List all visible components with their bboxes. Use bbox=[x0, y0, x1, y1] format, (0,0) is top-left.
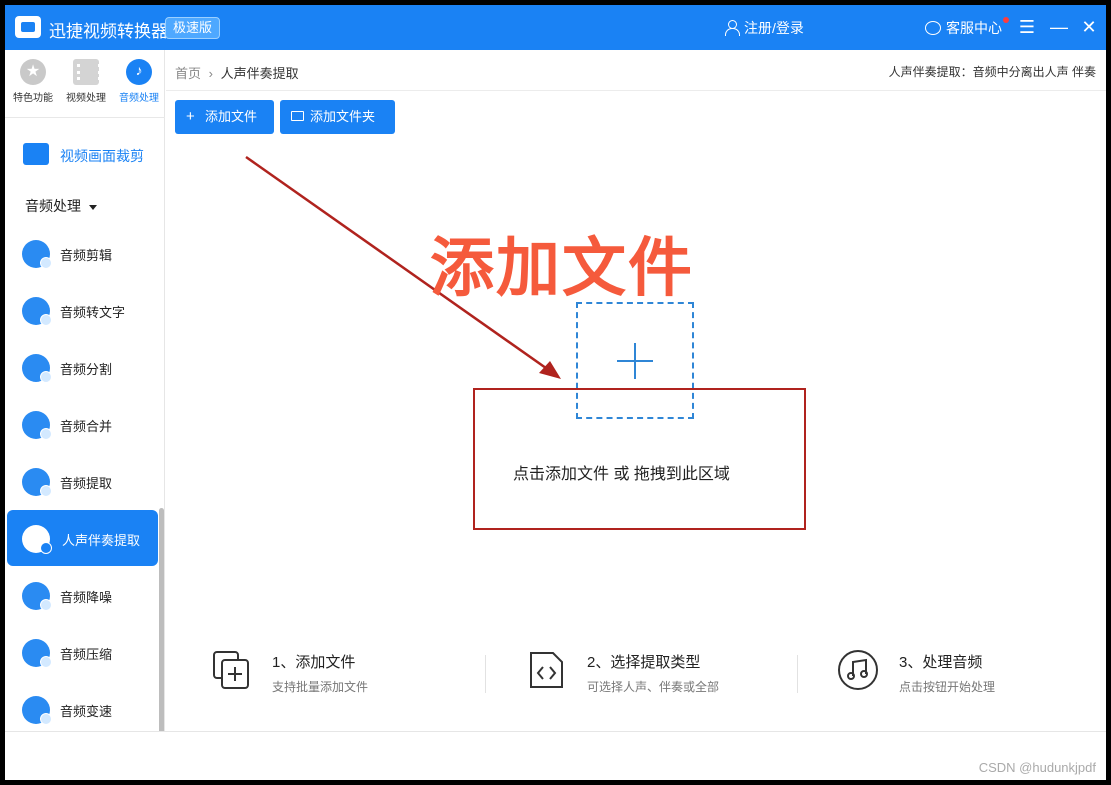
step-divider bbox=[797, 655, 798, 693]
dropzone-text[interactable]: 点击添加文件 或 拖拽到此区域 bbox=[513, 460, 730, 484]
step-desc: 点击按钮开始处理 bbox=[899, 680, 996, 694]
music-icon bbox=[838, 650, 878, 690]
annotation-label: 添加文件 bbox=[430, 232, 694, 304]
app-window: 迅捷视频转换器 极速版 注册/登录 客服中心 ☰ — ✕ 特色功能 视频处理 bbox=[5, 5, 1106, 780]
step-divider bbox=[485, 655, 486, 693]
step-desc: 支持批量添加文件 bbox=[272, 680, 369, 694]
watermark: CSDN @hudunkjpdf bbox=[978, 760, 1096, 775]
bottom-bar bbox=[5, 731, 1106, 780]
add-file-icon bbox=[213, 651, 249, 689]
code-file-icon bbox=[530, 652, 563, 688]
step-title: 1、添加文件 bbox=[272, 654, 356, 671]
step-title: 3、处理音频 bbox=[899, 654, 983, 671]
steps-guide: 1、添加文件 支持批量添加文件 2、选择提取类型 可选择人声、伴奏或全部 3、处… bbox=[200, 645, 1080, 705]
step-desc: 可选择人声、伴奏或全部 bbox=[587, 680, 720, 694]
annotation-highlight-box bbox=[473, 388, 806, 530]
step-title: 2、选择提取类型 bbox=[587, 654, 701, 671]
